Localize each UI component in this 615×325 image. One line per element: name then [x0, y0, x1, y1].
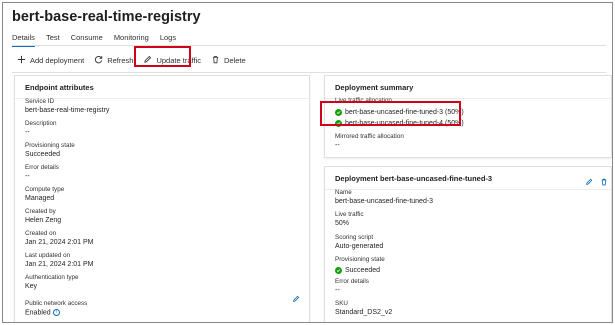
description-field: Description -- [25, 120, 57, 136]
endpoint-attributes-panel: Endpoint attributes Service ID bert-base… [14, 75, 310, 322]
deployment-name-label: Name [335, 189, 352, 196]
deployment-provisioning-label: Provisioning state [335, 256, 385, 263]
compute-type-field: Compute type Managed [25, 186, 64, 202]
description-label: Description [25, 120, 57, 127]
deployment-provisioning-row: Succeeded [335, 265, 385, 275]
deployment-details-panel: Deployment bert-base-uncased-fine-tuned-… [324, 166, 612, 322]
deployment-name-value: bert-base-uncased-fine-tuned-3 [335, 198, 434, 205]
created-on-label: Created on [25, 230, 57, 237]
trash-icon [211, 55, 220, 66]
error-details-field: Error details -- [25, 164, 59, 180]
edit-deployment-pencil-icon[interactable] [585, 173, 593, 191]
last-updated-field: Last updated on Jan 21, 2024 2:01 PM [25, 252, 94, 268]
delete-label: Delete [223, 55, 246, 65]
sku-label: SKU [335, 300, 348, 307]
last-updated-value: Jan 21, 2024 2:01 PM [25, 261, 94, 268]
refresh-label: Refresh [107, 55, 134, 65]
created-by-label: Created by [25, 208, 56, 215]
scoring-script-field: Scoring script Auto-generated [335, 234, 383, 250]
service-id-label: Service ID [25, 98, 55, 105]
deployment-summary-title: Deployment summary [325, 76, 611, 99]
info-icon[interactable]: i [52, 309, 60, 316]
toolbar-divider [12, 72, 606, 73]
compute-type-label: Compute type [25, 186, 65, 193]
tabs-divider [12, 45, 606, 46]
service-id-value: bert-base-real-time-registry [25, 107, 110, 114]
edit-auth-pencil-icon[interactable] [292, 290, 300, 308]
sku-value: Standard_DS2_v2 [335, 309, 393, 316]
provisioning-value: Succeeded [25, 151, 61, 158]
endpoint-attributes-title: Endpoint attributes [15, 76, 309, 99]
refresh-icon [94, 55, 103, 66]
network-access-label: Public network access [25, 300, 88, 307]
add-deployment-button[interactable]: Add deployment [12, 51, 89, 69]
delete-deployment-trash-icon[interactable] [600, 173, 608, 191]
deployment-live-traffic-label: Live traffic [335, 211, 364, 218]
deployment-details-title: Deployment bert-base-uncased-fine-tuned-… [325, 167, 611, 190]
error-details-value: -- [25, 173, 30, 180]
mirrored-traffic-label: Mirrored traffic allocation [335, 133, 404, 140]
created-on-value: Jan 21, 2024 2:01 PM [25, 239, 94, 246]
error-details-label: Error details [25, 164, 59, 171]
update-traffic-highlight-box [134, 46, 191, 67]
deployment-error-label: Error details [335, 278, 369, 285]
auth-type-label: Authentication type [25, 274, 79, 281]
mirrored-traffic-value: -- [335, 142, 340, 149]
deployment-provisioning-field: Provisioning state Succeeded [335, 256, 385, 275]
created-on-field: Created on Jan 21, 2024 2:01 PM [25, 230, 94, 246]
provisioning-label: Provisioning state [25, 142, 75, 149]
description-value: -- [25, 129, 30, 136]
last-updated-label: Last updated on [25, 252, 71, 259]
auth-type-value: Key [25, 283, 38, 290]
deployment-error-value: -- [335, 287, 340, 294]
toolbar: Add deployment Refresh Update traffic De… [12, 51, 251, 69]
plus-icon [17, 55, 26, 66]
refresh-button[interactable]: Refresh [89, 51, 138, 69]
deployment-live-traffic-value: 50% [335, 220, 350, 227]
deployment-error-field: Error details -- [335, 278, 369, 294]
live-traffic-highlight-box [320, 101, 461, 126]
compute-type-value: Managed [25, 195, 55, 202]
app-window: bert-base-real-time-registry Details Tes… [2, 2, 613, 323]
scoring-script-value: Auto-generated [335, 243, 384, 250]
created-by-value: Helen Zeng [25, 217, 62, 224]
add-deployment-label: Add deployment [30, 55, 85, 65]
network-access-field: Public network access Enabled i [25, 300, 87, 316]
scoring-script-label: Scoring script [335, 234, 374, 241]
mirrored-traffic-field: Mirrored traffic allocation -- [335, 133, 404, 149]
page-title: bert-base-real-time-registry [12, 9, 201, 25]
sku-field: SKU Standard_DS2_v2 [335, 300, 392, 316]
service-id-field: Service ID bert-base-real-time-registry [25, 98, 109, 114]
deployment-live-traffic-field: Live traffic 50% [335, 211, 364, 227]
check-circle-icon [335, 266, 342, 274]
deployment-provisioning-value: Succeeded [345, 266, 381, 274]
auth-type-field: Authentication type Key [25, 274, 79, 290]
provisioning-field: Provisioning state Succeeded [25, 142, 75, 158]
created-by-field: Created by Helen Zeng [25, 208, 61, 224]
network-access-value-row: Enabled i [25, 309, 87, 316]
network-access-value: Enabled [25, 309, 51, 317]
delete-button[interactable]: Delete [206, 51, 251, 69]
deployment-name-field: Name bert-base-uncased-fine-tuned-3 [335, 189, 433, 205]
